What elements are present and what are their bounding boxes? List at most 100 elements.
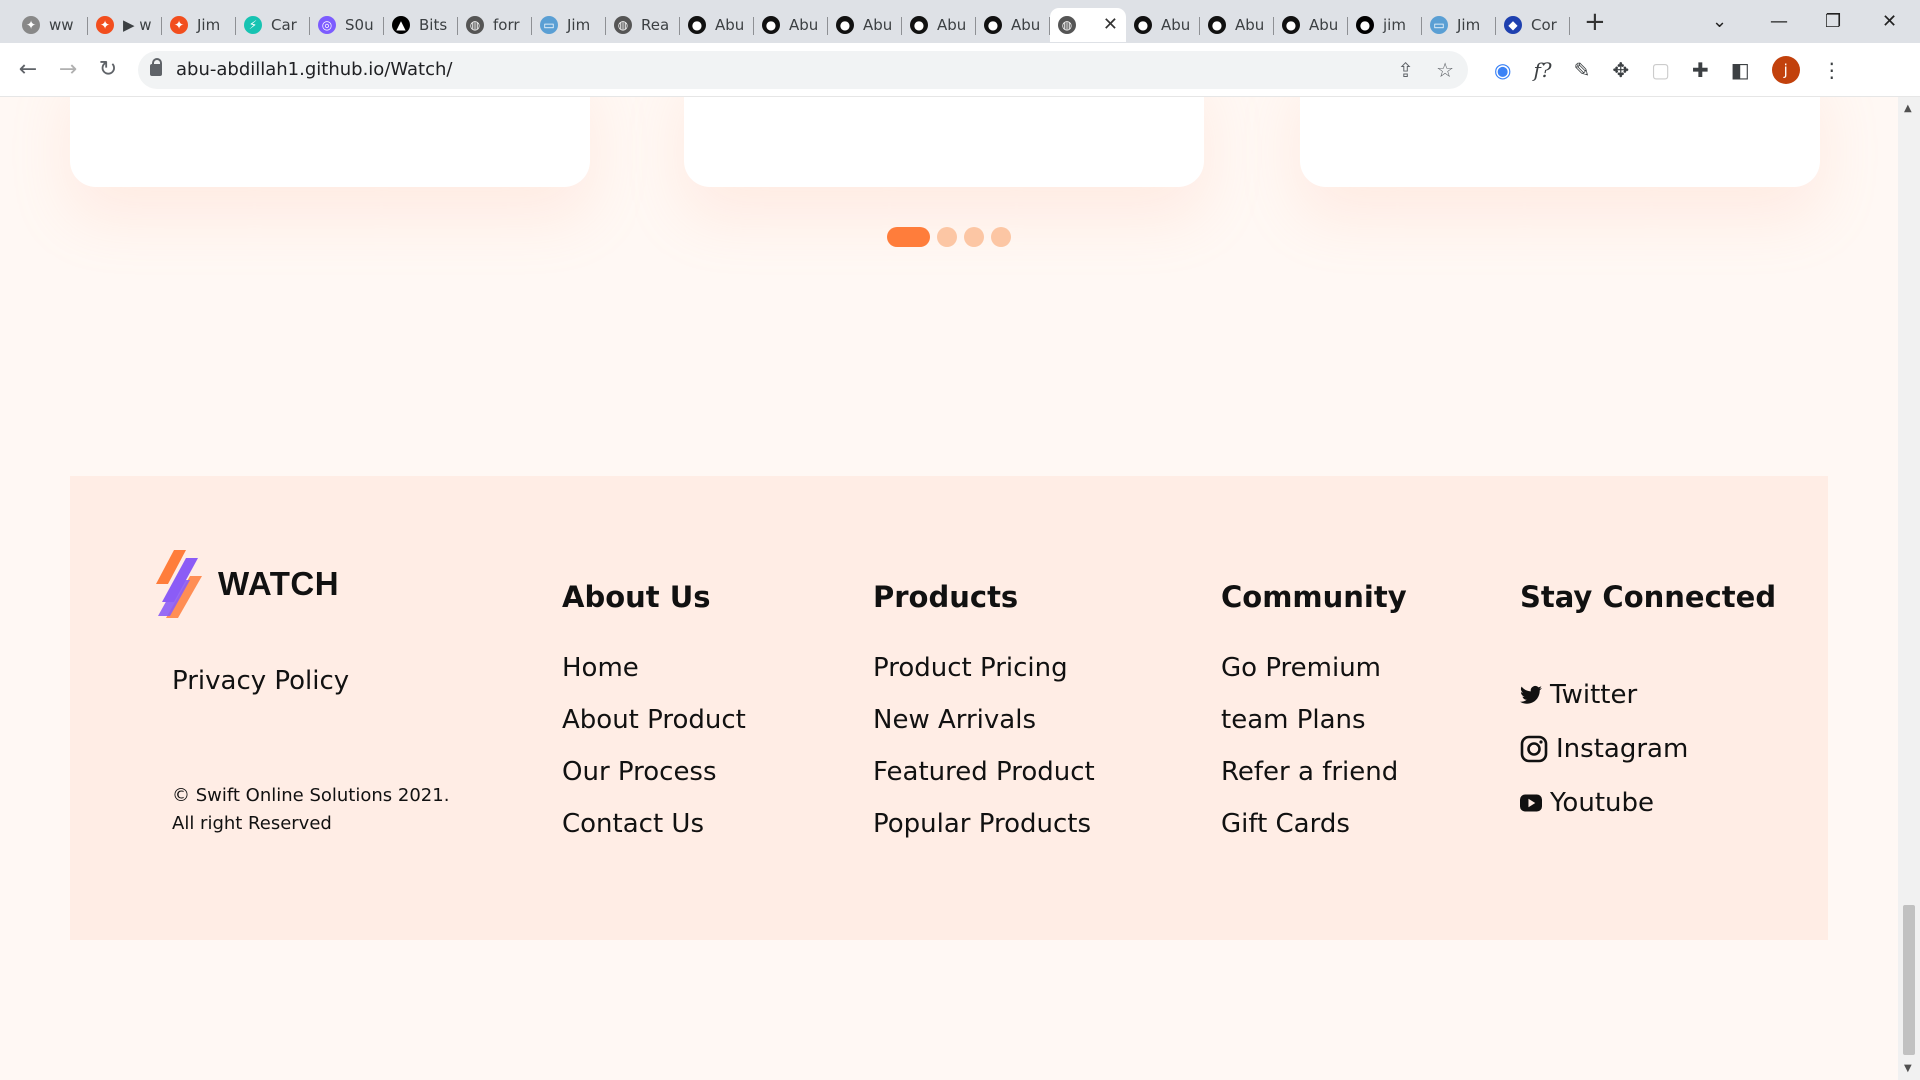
browser-tab[interactable]: ◆ Cor — [1496, 8, 1570, 42]
github-icon: ● — [836, 15, 854, 34]
tab-title: Cor — [1531, 15, 1557, 34]
tab-title: Jim — [1457, 15, 1481, 34]
scroll-up-icon[interactable]: ▲ — [1904, 103, 1912, 114]
tab-title: jim — [1383, 15, 1406, 34]
globe-icon: ◍ — [1058, 15, 1076, 34]
reload-icon[interactable]: ↻ — [88, 57, 128, 82]
address-bar[interactable]: abu-abdillah1.github.io/Watch/ ⇪ ☆ — [138, 50, 1468, 89]
bookmark-star-icon[interactable]: ☆ — [1436, 58, 1454, 82]
extension-pen-icon[interactable]: ✎ — [1574, 58, 1591, 82]
share-icon[interactable]: ⇪ — [1397, 58, 1414, 82]
footer-link-home[interactable]: Home — [562, 642, 746, 694]
browser-tab[interactable]: ● Abu — [754, 8, 828, 42]
social-label: Youtube — [1550, 788, 1654, 818]
social-link-twitter[interactable]: Twitter — [1520, 668, 1776, 722]
profile-avatar[interactable]: j — [1771, 55, 1800, 84]
shield-icon: ◆ — [1504, 15, 1522, 34]
menu-kebab-icon[interactable]: ⋮ — [1822, 58, 1842, 82]
bolt-icon: ⚡ — [244, 15, 262, 34]
browser-tab[interactable]: ▭ Jim — [1422, 8, 1496, 42]
privacy-policy-link[interactable]: Privacy Policy — [172, 666, 349, 696]
browser-tab[interactable]: ● jim — [1348, 8, 1422, 42]
social-link-youtube[interactable]: Youtube — [1520, 776, 1776, 830]
browser-tab[interactable]: ◍ forr — [458, 8, 532, 42]
extension-square-icon[interactable]: ▢ — [1651, 58, 1670, 82]
browser-tab[interactable]: ◍ Rea — [606, 8, 680, 42]
new-tab-button[interactable]: + — [1584, 7, 1606, 37]
footer-link-contact-us[interactable]: Contact Us — [562, 798, 746, 850]
browser-tab[interactable]: ● Abu — [902, 8, 976, 42]
browser-tab[interactable]: ▲ Bits — [384, 8, 458, 42]
browser-tab[interactable]: ◎ S0u — [310, 8, 384, 42]
footer-link-new-arrivals[interactable]: New Arrivals — [873, 694, 1095, 746]
tab-search-icon[interactable]: ⌄ — [1712, 0, 1727, 43]
tab-title: Abu — [1161, 15, 1191, 34]
tab-title: Abu — [863, 15, 893, 34]
tab-title: Jim — [197, 15, 221, 34]
browser-tab[interactable]: ✦ Jim — [162, 8, 236, 42]
tab-title: Abu — [715, 15, 745, 34]
browser-tab[interactable]: ⚡ Car — [236, 8, 310, 42]
carousel-dot[interactable] — [937, 227, 957, 247]
github-icon: ● — [688, 15, 706, 34]
doc-icon: ▭ — [540, 15, 558, 34]
close-tab-icon[interactable]: ✕ — [1103, 14, 1118, 35]
footer-logo[interactable]: WATCH — [156, 550, 339, 618]
figma-icon: ✦ — [170, 15, 188, 34]
scroll-down-icon[interactable]: ▼ — [1904, 1063, 1912, 1074]
scrollbar[interactable]: ▲ ▼ — [1898, 97, 1920, 1080]
swirl-icon: ◎ — [318, 15, 336, 34]
footer-link-go-premium[interactable]: Go Premium — [1221, 642, 1407, 694]
footer-link-team-plans[interactable]: team Plans — [1221, 694, 1407, 746]
browser-tab[interactable]: ✦ ww — [14, 8, 88, 42]
footer-column-products: Products Product Pricing New Arrivals Fe… — [873, 580, 1095, 850]
forward-icon[interactable]: → — [48, 57, 88, 82]
footer-link-featured-product[interactable]: Featured Product — [873, 746, 1095, 798]
carousel-dot[interactable] — [887, 227, 930, 247]
close-window-button[interactable]: ✕ — [1882, 0, 1897, 43]
browser-tab[interactable]: ✦ ▶ w — [88, 8, 162, 42]
browser-tab[interactable]: ● Abu — [1274, 8, 1348, 42]
column-heading: About Us — [562, 580, 711, 614]
footer-column-social: Stay Connected Twitter Instagram Youtube — [1520, 580, 1776, 830]
carousel-dot[interactable] — [991, 227, 1011, 247]
extension-move-icon[interactable]: ✥ — [1612, 58, 1629, 82]
browser-tab[interactable]: ◍ ✕ — [1050, 7, 1126, 42]
globe-icon: ◍ — [466, 15, 484, 34]
extension-font-icon[interactable]: f? — [1533, 58, 1551, 82]
browser-tab[interactable]: ▭ Jim — [532, 8, 606, 42]
figma-icon: ✦ — [96, 15, 114, 34]
social-link-instagram[interactable]: Instagram — [1520, 722, 1776, 776]
footer-link-about-product[interactable]: About Product — [562, 694, 746, 746]
brand-name: WATCH — [218, 565, 340, 602]
carousel-dot[interactable] — [964, 227, 984, 247]
footer-link-our-process[interactable]: Our Process — [562, 746, 746, 798]
browser-tab[interactable]: ● Abu — [1126, 8, 1200, 42]
github-icon: ● — [984, 15, 1002, 34]
footer-link-popular-products[interactable]: Popular Products — [873, 798, 1095, 850]
scroll-thumb[interactable] — [1903, 905, 1915, 1055]
footer-link-refer-friend[interactable]: Refer a friend — [1221, 746, 1407, 798]
footer-link-gift-cards[interactable]: Gift Cards — [1221, 798, 1407, 850]
tab-title: Abu — [1309, 15, 1339, 34]
tab-title: Jim — [567, 15, 591, 34]
extension-record-icon[interactable]: ◉ — [1494, 58, 1511, 82]
tab-title: Rea — [641, 15, 670, 34]
lock-icon[interactable] — [150, 57, 162, 76]
browser-tab[interactable]: ● Abu — [680, 8, 754, 42]
footer-column-about: About Us Home About Product Our Process … — [562, 580, 746, 850]
puzzle-icon[interactable]: ✚ — [1692, 58, 1709, 82]
side-panel-icon[interactable]: ◧ — [1731, 58, 1750, 82]
column-heading: Products — [873, 580, 1019, 614]
minimize-button[interactable]: — — [1770, 0, 1788, 43]
browser-tab[interactable]: ● Abu — [976, 8, 1050, 42]
back-icon[interactable]: ← — [8, 57, 48, 82]
tab-title: Abu — [789, 15, 819, 34]
tab-title: ww — [49, 15, 74, 34]
carousel-dots — [887, 227, 1011, 247]
browser-tab[interactable]: ● Abu — [828, 8, 902, 42]
restore-button[interactable]: ❐ — [1825, 0, 1841, 43]
footer-link-product-pricing[interactable]: Product Pricing — [873, 642, 1095, 694]
copyright-line: © Swift Online Solutions 2021. — [172, 785, 450, 806]
browser-tab[interactable]: ● Abu — [1200, 8, 1274, 42]
